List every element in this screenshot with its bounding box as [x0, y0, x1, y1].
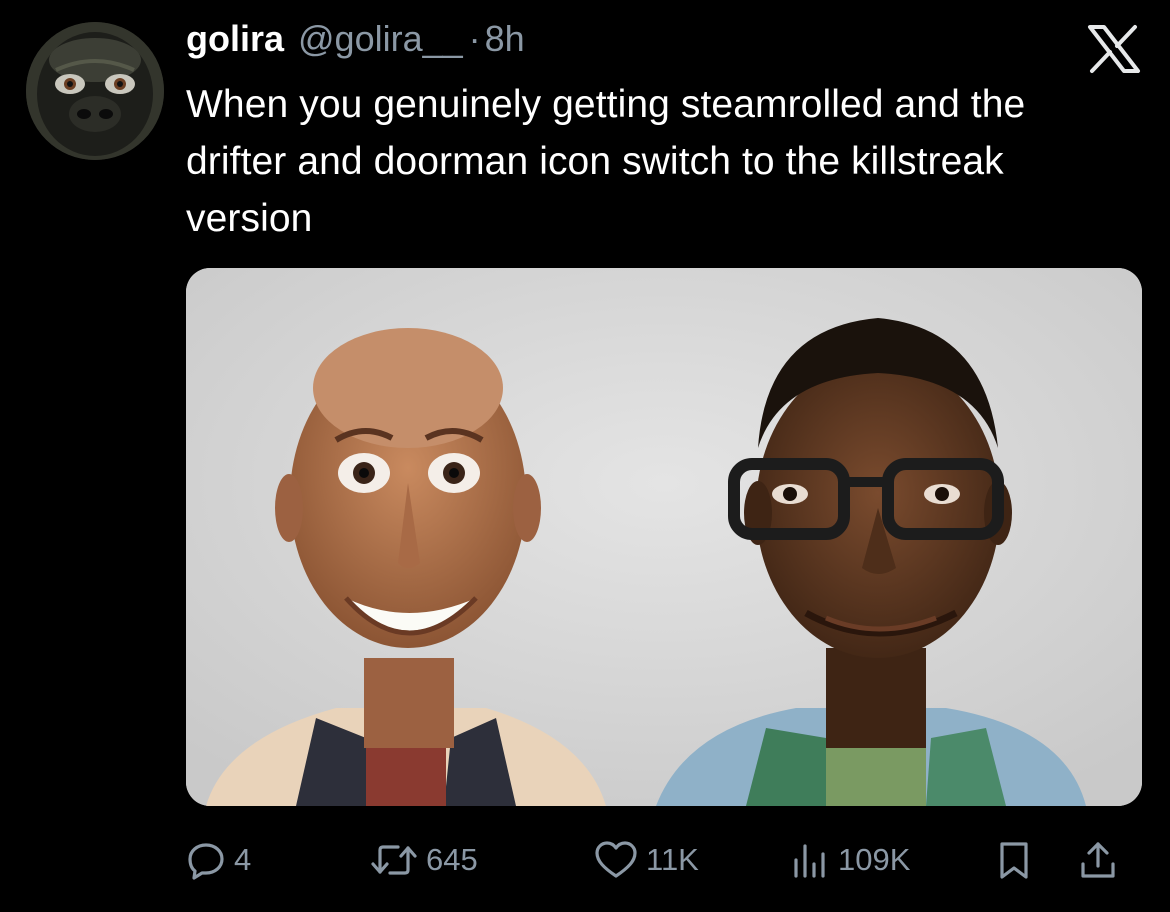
tweet-media-image[interactable] — [186, 268, 1142, 806]
heart-icon — [595, 841, 637, 878]
gorilla-avatar-image — [26, 22, 164, 160]
bookmark-icon — [1000, 842, 1028, 879]
separator-dot: · — [468, 18, 481, 59]
avatar[interactable] — [26, 22, 164, 160]
views-count: 109K — [838, 842, 911, 877]
like-count: 11K — [646, 842, 699, 877]
views-icon — [794, 844, 825, 878]
x-logo-icon — [1086, 24, 1142, 74]
photo-two-men — [186, 268, 1142, 806]
reply-button[interactable]: 4 — [186, 830, 251, 890]
share-button[interactable] — [1078, 830, 1126, 890]
timestamp[interactable]: 8h — [485, 18, 525, 60]
retweet-icon — [371, 845, 417, 875]
retweet-count: 645 — [426, 842, 478, 877]
bookmark-button[interactable] — [996, 830, 1040, 890]
share-icon — [1081, 842, 1115, 878]
views-button[interactable]: 109K — [790, 830, 910, 890]
reply-icon — [188, 843, 224, 880]
reply-count: 4 — [234, 842, 252, 877]
user-handle[interactable]: @golira__ — [298, 18, 463, 60]
tweet-text: When you genuinely getting steamrolled a… — [186, 83, 1026, 240]
retweet-button[interactable]: 645 — [370, 830, 478, 890]
display-name[interactable]: golira — [186, 18, 284, 60]
tweet-action-bar: 4 645 11K 109K — [186, 830, 1146, 890]
tweet-header: golira @golira__ · 8h — [186, 18, 525, 68]
like-button[interactable]: 11K — [594, 830, 699, 890]
